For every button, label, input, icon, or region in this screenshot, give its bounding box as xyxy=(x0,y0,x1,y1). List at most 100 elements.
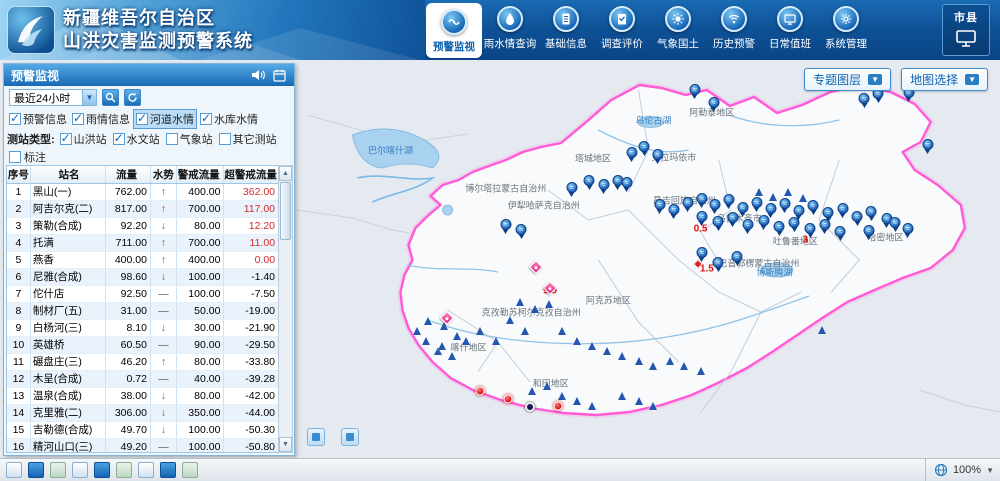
flood-station-triangle-icon[interactable] xyxy=(769,193,777,201)
flood-station-triangle-icon[interactable] xyxy=(573,397,581,405)
theme-layer-button[interactable]: 专题图层 ▼ xyxy=(804,68,891,91)
hydro-station-pin-icon[interactable]: ≈ xyxy=(837,203,848,214)
column-header-超警戒流量[interactable]: 超警戒流量 xyxy=(224,166,278,183)
table-row[interactable]: 16精河山口(三)49.20—100.00-50.80 xyxy=(7,439,278,453)
query-button[interactable] xyxy=(102,89,119,106)
hydro-station-pin-icon[interactable]: ≈ xyxy=(751,197,762,208)
flood-station-triangle-icon[interactable] xyxy=(649,362,657,370)
checkbox-icon[interactable] xyxy=(60,133,72,145)
warning-diamond-pin-icon[interactable] xyxy=(529,260,543,274)
table-row[interactable]: 10英雄桥60.50—90.00-29.50 xyxy=(7,337,278,354)
hydro-station-pin-icon[interactable]: ≈ xyxy=(774,221,785,232)
hydro-station-pin-icon[interactable]: ≈ xyxy=(696,247,707,258)
hydro-station-pin-icon[interactable]: ≈ xyxy=(516,224,527,235)
filter-水库水情[interactable]: 水库水情 xyxy=(198,110,260,128)
annotation-row[interactable]: 标注 xyxy=(4,148,294,165)
flood-station-triangle-icon[interactable] xyxy=(453,332,461,340)
hydro-station-pin-icon[interactable]: ≈ xyxy=(652,149,663,160)
hydro-station-pin-icon[interactable]: ≈ xyxy=(823,207,834,218)
basemap-select-button[interactable]: 地图选择 ▼ xyxy=(901,68,988,91)
alarm-dot-icon[interactable] xyxy=(503,395,512,404)
hydro-station-pin-icon[interactable]: ≈ xyxy=(727,212,738,223)
hydro-station-pin-icon[interactable]: ≈ xyxy=(682,197,693,208)
table-row[interactable]: 5燕香400.00↑400.000.00 xyxy=(7,252,278,269)
flood-station-triangle-icon[interactable] xyxy=(492,337,500,345)
table-row[interactable]: 14克里雅(二)306.00↓350.00-44.00 xyxy=(7,405,278,422)
station-type-其它测站[interactable]: 其它测站 xyxy=(217,130,279,148)
zoom-control[interactable]: 100% ▼ xyxy=(925,459,994,481)
taskbar-app-6-icon[interactable] xyxy=(116,462,132,478)
tab-调查评价[interactable]: 调查评价 xyxy=(594,0,650,60)
region-select-button[interactable]: 市县 xyxy=(942,4,990,56)
flood-station-triangle-icon[interactable] xyxy=(558,392,566,400)
hydro-station-pin-icon[interactable]: ≈ xyxy=(713,216,724,227)
map-area[interactable]: 阿勒泰地区塔城地区克拉玛依市博尔塔拉蒙古自治州伊犁哈萨克自治州昌吉回族自治州乌鲁… xyxy=(297,60,1000,458)
hydro-station-pin-icon[interactable]: ≈ xyxy=(621,177,632,188)
collapse-panel-button[interactable] xyxy=(307,428,325,446)
calendar-icon[interactable] xyxy=(271,67,287,83)
checkbox-icon[interactable] xyxy=(113,133,125,145)
table-row[interactable]: 9白杨河(三)8.10↓30.00-21.90 xyxy=(7,320,278,337)
flood-station-triangle-icon[interactable] xyxy=(424,317,432,325)
hydro-station-pin-icon[interactable]: ≈ xyxy=(863,225,874,236)
station-type-水文站[interactable]: 水文站 xyxy=(111,130,162,148)
flood-station-triangle-icon[interactable] xyxy=(635,357,643,365)
hydro-station-pin-icon[interactable]: ≈ xyxy=(654,199,665,210)
flood-station-triangle-icon[interactable] xyxy=(422,337,430,345)
station-type-山洪站[interactable]: 山洪站 xyxy=(58,130,109,148)
flood-station-triangle-icon[interactable] xyxy=(603,347,611,355)
column-header-水势[interactable]: 水势 xyxy=(151,166,177,183)
taskbar-app-5-icon[interactable] xyxy=(94,462,110,478)
taskbar-app-7-icon[interactable] xyxy=(138,462,154,478)
taskbar-app-3-icon[interactable] xyxy=(50,462,66,478)
flood-station-triangle-icon[interactable] xyxy=(506,316,514,324)
flood-station-triangle-icon[interactable] xyxy=(588,342,596,350)
taskbar-app-4-icon[interactable] xyxy=(72,462,88,478)
flood-station-triangle-icon[interactable] xyxy=(448,352,456,360)
flood-station-triangle-icon[interactable] xyxy=(528,387,536,395)
tab-雨水情查询[interactable]: 雨水情查询 xyxy=(482,0,538,60)
time-range-select[interactable]: 最近24小时 ▼ xyxy=(9,89,97,106)
hydro-station-pin-icon[interactable]: ≈ xyxy=(668,204,679,215)
table-row[interactable]: 3策勒(合成)92.20↓80.0012.20 xyxy=(7,218,278,235)
hydro-station-pin-icon[interactable]: ≈ xyxy=(709,199,720,210)
hydro-station-pin-icon[interactable]: ≈ xyxy=(922,139,933,150)
flood-station-triangle-icon[interactable] xyxy=(588,402,596,410)
flood-station-triangle-icon[interactable] xyxy=(666,357,674,365)
hydro-station-pin-icon[interactable]: ≈ xyxy=(758,215,769,226)
alarm-dot-icon[interactable] xyxy=(476,387,485,396)
hydro-station-pin-icon[interactable]: ≈ xyxy=(789,217,800,228)
checkbox-icon[interactable] xyxy=(72,113,84,125)
hydro-station-pin-icon[interactable]: ≈ xyxy=(500,219,511,230)
taskbar-app-1-icon[interactable] xyxy=(6,462,22,478)
flood-station-triangle-icon[interactable] xyxy=(799,194,807,202)
flood-station-triangle-icon[interactable] xyxy=(521,327,529,335)
hydro-station-pin-icon[interactable]: ≈ xyxy=(689,84,700,95)
flood-station-triangle-icon[interactable] xyxy=(558,327,566,335)
table-row[interactable]: 7佗什店92.50—100.00-7.50 xyxy=(7,286,278,303)
scroll-thumb[interactable] xyxy=(280,182,291,240)
flood-station-triangle-icon[interactable] xyxy=(531,305,539,313)
flood-station-triangle-icon[interactable] xyxy=(476,327,484,335)
table-row[interactable]: 6尼雅(合成)98.60↓100.00-1.40 xyxy=(7,269,278,286)
hydro-station-pin-icon[interactable]: ≈ xyxy=(765,203,776,214)
hydro-station-pin-icon[interactable]: ≈ xyxy=(626,147,637,158)
hydro-station-pin-icon[interactable]: ≈ xyxy=(859,93,870,104)
taskbar-app-9-icon[interactable] xyxy=(182,462,198,478)
scroll-down-button[interactable]: ▼ xyxy=(279,437,292,452)
annotation-checkbox[interactable] xyxy=(9,151,21,163)
alarm-dot-icon[interactable] xyxy=(553,401,562,410)
flood-station-triangle-icon[interactable] xyxy=(649,402,657,410)
hydro-station-pin-icon[interactable]: ≈ xyxy=(713,257,724,268)
table-row[interactable]: 13温泉(合成)38.00↓80.00-42.00 xyxy=(7,388,278,405)
hydro-station-pin-icon[interactable]: ≈ xyxy=(723,194,734,205)
hydro-station-pin-icon[interactable]: ≈ xyxy=(835,226,846,237)
flood-station-triangle-icon[interactable] xyxy=(618,392,626,400)
hydro-station-pin-icon[interactable]: ≈ xyxy=(890,217,901,228)
table-row[interactable]: 11碾盘庄(三)46.20↑80.00-33.80 xyxy=(7,354,278,371)
hydro-station-pin-icon[interactable]: ≈ xyxy=(793,205,804,216)
hydro-station-pin-icon[interactable]: ≈ xyxy=(732,251,743,262)
column-header-流量[interactable]: 流量 xyxy=(106,166,151,183)
flood-station-triangle-icon[interactable] xyxy=(697,367,705,375)
tab-气象国土[interactable]: 气象国土 xyxy=(650,0,706,60)
